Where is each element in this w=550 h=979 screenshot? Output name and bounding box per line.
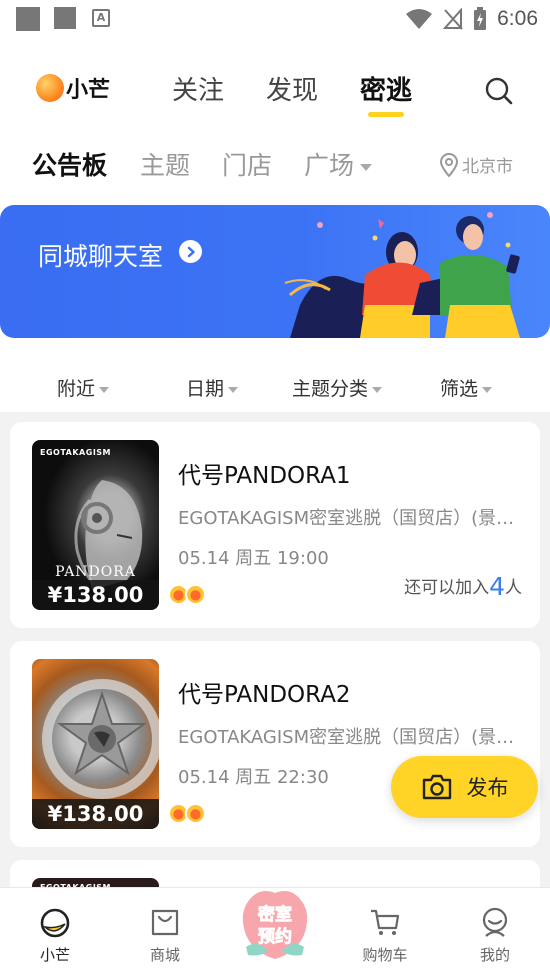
filter-nearby-label: 附近 [57,378,96,400]
tab-home[interactable]: 小芒 [0,888,110,979]
mango-logo-icon [36,74,64,102]
notification-a-icon: A [92,9,110,27]
city-name: 北京市 [462,157,513,177]
caret-down-icon [360,163,373,171]
battery-charging-icon [474,7,487,30]
subtab-store[interactable]: 门店 [222,146,272,182]
subtab-plaza[interactable]: 广场 [304,146,373,182]
svg-text:预约: 预约 [258,926,292,947]
filter-category-label: 主题分类 [292,378,369,400]
mango-icon [40,908,70,938]
publish-label: 发布 [466,776,509,800]
top-nav: 小芒 关注 发现 密逃 [0,38,550,130]
city-selector[interactable]: 北京市 [440,152,513,177]
avatar [185,803,206,824]
filter-nearby[interactable]: 附近 [57,374,110,401]
escape-room-badge-icon[interactable]: 密室 预约 [238,887,312,965]
active-tab-indicator [368,112,404,117]
publish-button[interactable]: 发布 [391,756,538,818]
clock: 6:06 [497,7,538,30]
caret-down-icon [372,386,383,393]
poster-brand: EGOTAKAGISM [40,448,112,457]
spots-left: 还可以加入4人 [404,572,522,601]
spots-left-prefix: 还可以加入 [404,578,490,598]
tab-escape[interactable]: 密逃 [360,70,412,107]
filter-date[interactable]: 日期 [186,374,239,401]
subtab-theme[interactable]: 主题 [140,146,190,182]
event-title: 代号PANDORA1 [178,463,351,489]
tab-cart-label: 购物车 [362,946,408,964]
tab-mall-label: 商城 [149,946,180,964]
filter-more-label: 筛选 [440,378,479,400]
banner-title: 同城聊天室 [38,242,164,271]
camera-icon [422,774,451,800]
app-logo[interactable]: 小芒 [36,72,110,104]
logo-text: 小芒 [66,78,111,103]
subtab-plaza-label: 广场 [304,151,355,180]
spots-left-suffix: 人 [505,578,522,598]
sub-nav: 公告板 主题 门店 广场 北京市 [0,130,550,200]
spots-left-count: 4 [489,572,505,601]
chatting-people-illustration [284,212,520,338]
caret-down-icon [228,386,239,393]
event-venue: EGOTAKAGISM密室逃脱（国贸店）(景… [178,508,515,529]
participant-avatars [168,803,206,824]
avatar [185,584,206,605]
price-tag: ¥138.00 [32,580,159,610]
event-title: 代号PANDORA2 [178,682,351,708]
filter-bar: 附近 日期 主题分类 筛选 [0,360,550,412]
tab-profile-label: 我的 [479,946,510,964]
profile-icon [482,907,508,937]
shop-bag-icon [151,909,179,936]
notification-square-icon [54,7,76,29]
search-icon[interactable] [484,76,514,106]
no-signal-icon [443,8,463,30]
price-tag: ¥138.00 [32,799,159,829]
event-time: 05.14 周五 22:30 [178,767,329,788]
event-venue: EGOTAKAGISM密室逃脱（国贸店）(景… [178,727,515,748]
event-poster: ¥138.00 [32,659,159,829]
tab-mall[interactable]: 商城 [110,888,220,979]
caret-down-icon [99,386,110,393]
tab-follow[interactable]: 关注 [172,70,224,107]
tab-discover[interactable]: 发现 [266,70,318,107]
poster-title: PANDORA [55,564,136,580]
caret-down-icon [482,386,493,393]
status-right: 6:06 [405,6,538,32]
svg-text:密室: 密室 [258,904,292,925]
filter-date-label: 日期 [186,378,225,400]
event-poster: EGOTAKAGISM PANDORA ¥138.00 [32,440,159,610]
wifi-icon [406,9,433,29]
tab-home-label: 小芒 [39,946,70,964]
event-time: 05.14 周五 19:00 [178,548,329,569]
participant-avatars [168,584,206,605]
arrow-right-icon[interactable] [179,240,202,263]
filter-more[interactable]: 筛选 [440,374,493,401]
location-pin-icon [440,152,458,177]
tab-profile[interactable]: 我的 [440,888,550,979]
event-card[interactable]: EGOTAKAGISM PANDORA ¥138.00 代号PANDORA1 E… [10,422,540,628]
filter-category[interactable]: 主题分类 [292,374,383,401]
status-bar: A 6:06 [0,0,550,38]
subtab-bulletin[interactable]: 公告板 [32,146,107,182]
tab-cart[interactable]: 购物车 [330,888,440,979]
cart-icon [371,909,400,935]
notification-square-icon [16,7,40,31]
